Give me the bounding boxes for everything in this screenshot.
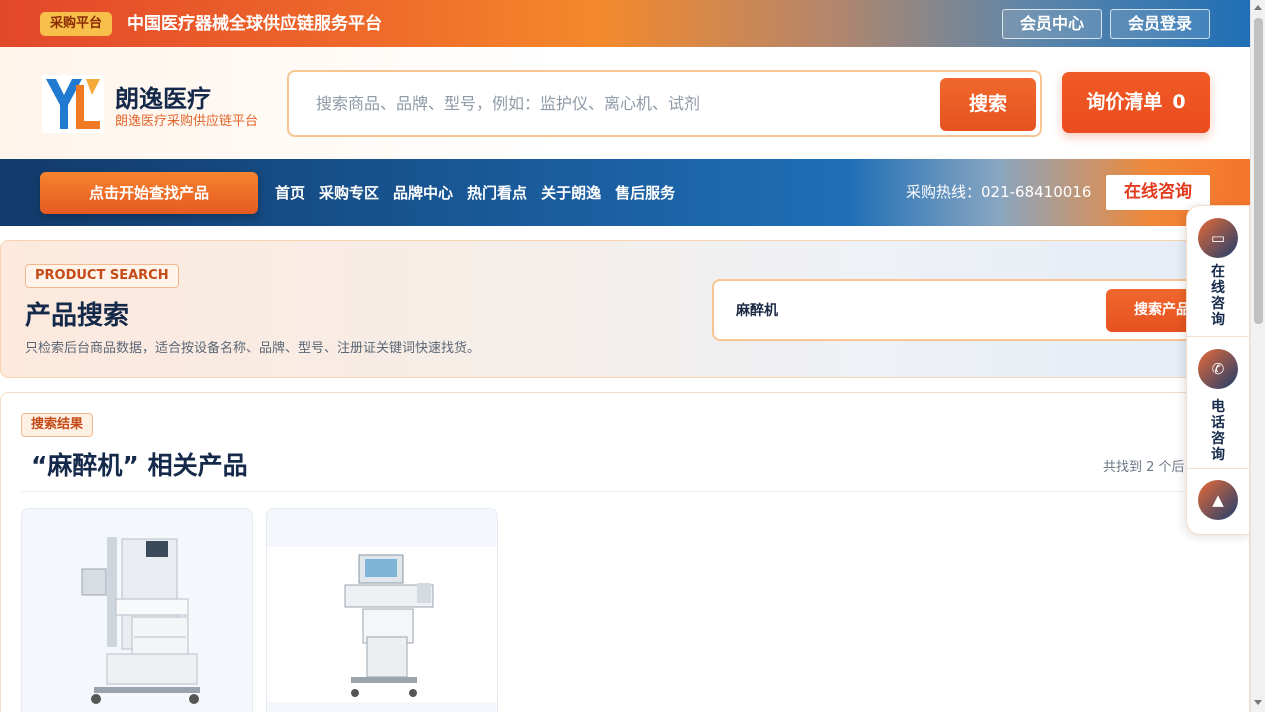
member-center-button[interactable]: 会员中心 [1002, 9, 1102, 39]
page-scrollbar[interactable] [1250, 0, 1265, 712]
product-image-area [267, 547, 497, 702]
float-online-consult[interactable]: ▭ 在线咨询 [1187, 206, 1251, 337]
product-search-input[interactable] [736, 281, 1096, 339]
product-search-title: 产品搜索 [25, 301, 130, 331]
header-search-button[interactable]: 搜索 [940, 78, 1036, 131]
main-nav: 点击开始查找产品 首页 采购专区 品牌中心 热门看点 关于朗逸 售后服务 采购热… [0, 159, 1250, 226]
header: 朗逸医疗 朗逸医疗采购供应链平台 搜索 询价清单 0 [0, 47, 1250, 159]
chat-icon: ▭ [1198, 218, 1238, 258]
nav-home[interactable]: 首页 [275, 182, 305, 203]
brand-name: 朗逸医疗 [115, 85, 211, 113]
back-to-top-button[interactable]: ▲ [1187, 469, 1251, 536]
online-consult-button[interactable]: 在线咨询 [1106, 175, 1210, 210]
inquiry-count-badge: 0 [1172, 91, 1186, 113]
inquiry-list-label: 询价清单 [1086, 91, 1163, 113]
member-login-button[interactable]: 会员登录 [1110, 9, 1210, 39]
find-products-button[interactable]: 点击开始查找产品 [40, 172, 258, 214]
scroll-thumb[interactable] [1254, 18, 1263, 324]
brand-subtitle: 朗逸医疗采购供应链平台 [115, 114, 259, 129]
float-phone-consult-label: 电话咨询 [1211, 399, 1225, 463]
float-online-consult-label: 在线咨询 [1211, 264, 1225, 328]
results-title: “麻醉机” 相关产品 [31, 451, 248, 480]
header-search-input[interactable] [316, 72, 916, 135]
nav-brands[interactable]: 品牌中心 [393, 182, 453, 203]
nav-procurement[interactable]: 采购专区 [319, 182, 379, 203]
nav-hot-topics[interactable]: 热门看点 [467, 182, 527, 203]
platform-tag: 采购平台 [40, 12, 113, 36]
floating-sidebar: ▭ 在线咨询 ✆ 电话咨询 ▲ [1186, 205, 1251, 536]
results-divider [21, 491, 1211, 492]
nav-about[interactable]: 关于朗逸 [541, 182, 601, 203]
phone-icon: ✆ [1198, 349, 1238, 389]
nav-after-sales[interactable]: 售后服务 [615, 182, 675, 203]
inquiry-list-button[interactable]: 询价清单 0 [1062, 72, 1210, 133]
header-search-box: 搜索 [287, 70, 1042, 137]
scroll-down-arrow[interactable] [1254, 700, 1262, 705]
search-results: 搜索结果 “麻醉机” 相关产品 共找到 2 个后 [0, 392, 1250, 712]
product-search-panel: PRODUCT SEARCH 产品搜索 只检索后台商品数据，适合按设备名称、品牌… [0, 240, 1250, 378]
results-tag: 搜索结果 [21, 413, 94, 437]
scroll-up-arrow[interactable] [1254, 5, 1262, 10]
top-strip: 采购平台 中国医疗器械全球供应链服务平台 会员中心 会员登录 [0, 0, 1250, 47]
product-card[interactable] [21, 508, 253, 712]
nav-links: 首页 采购专区 品牌中心 热门看点 关于朗逸 售后服务 [275, 159, 675, 226]
product-search-box: 搜索产品 [712, 279, 1232, 341]
arrow-up-icon: ▲ [1198, 480, 1238, 520]
platform-title: 中国医疗器械全球供应链服务平台 [127, 14, 382, 34]
logo[interactable] [42, 75, 104, 133]
anesthesia-machine-image [344, 554, 434, 697]
float-phone-consult[interactable]: ✆ 电话咨询 [1187, 337, 1251, 469]
results-count: 共找到 2 个后 [1103, 460, 1185, 475]
product-search-description: 只检索后台商品数据，适合按设备名称、品牌、型号、注册证关键词快速找货。 [25, 341, 481, 356]
hotline-text: 采购热线：021-68410016 [906, 183, 1092, 201]
anesthesia-machine-image [81, 537, 200, 704]
product-card[interactable] [266, 508, 498, 712]
product-search-tag: PRODUCT SEARCH [25, 264, 179, 288]
